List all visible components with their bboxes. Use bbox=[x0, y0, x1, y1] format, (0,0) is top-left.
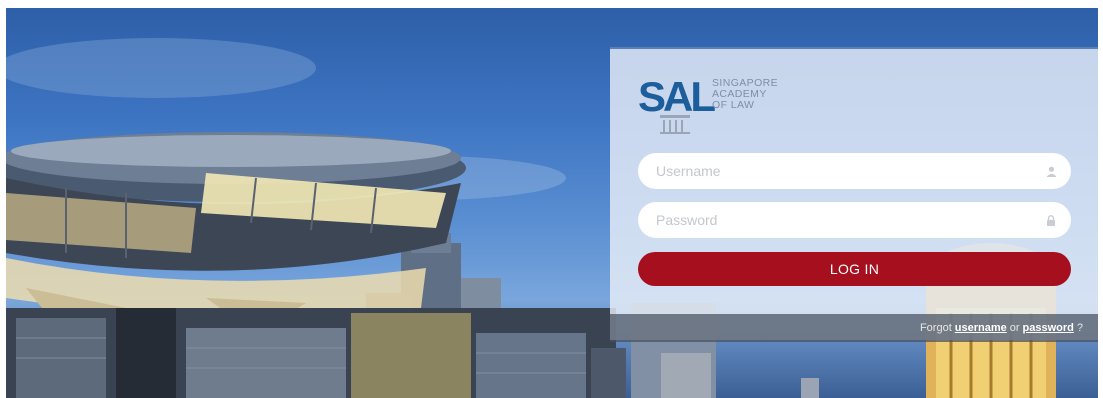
forgot-password-link[interactable]: password bbox=[1023, 322, 1074, 334]
logo-mark: SAL bbox=[638, 73, 716, 120]
forgot-username-link[interactable]: username bbox=[955, 322, 1007, 334]
username-input[interactable] bbox=[656, 163, 1045, 179]
sal-logo: SAL SINGAPORE ACADEMY OF LAW bbox=[638, 75, 808, 137]
password-field bbox=[638, 202, 1071, 238]
lock-icon bbox=[1045, 214, 1057, 226]
pillars-icon bbox=[660, 115, 690, 134]
user-icon bbox=[1045, 165, 1057, 177]
password-input[interactable] bbox=[656, 212, 1045, 228]
username-field bbox=[638, 153, 1071, 189]
logo-line-3: OF LAW bbox=[712, 99, 755, 111]
forgot-connector: or bbox=[1009, 322, 1020, 334]
login-button[interactable]: LOG IN bbox=[638, 252, 1071, 286]
forgot-credentials-bar: Forgot username or password ? bbox=[610, 314, 1098, 342]
forgot-suffix: ? bbox=[1076, 322, 1083, 334]
forgot-prefix: Forgot bbox=[919, 322, 952, 334]
logo-words: SINGAPORE ACADEMY OF LAW bbox=[712, 78, 778, 111]
login-panel: SAL SINGAPORE ACADEMY OF LAW LOG IN Forg… bbox=[610, 47, 1098, 342]
